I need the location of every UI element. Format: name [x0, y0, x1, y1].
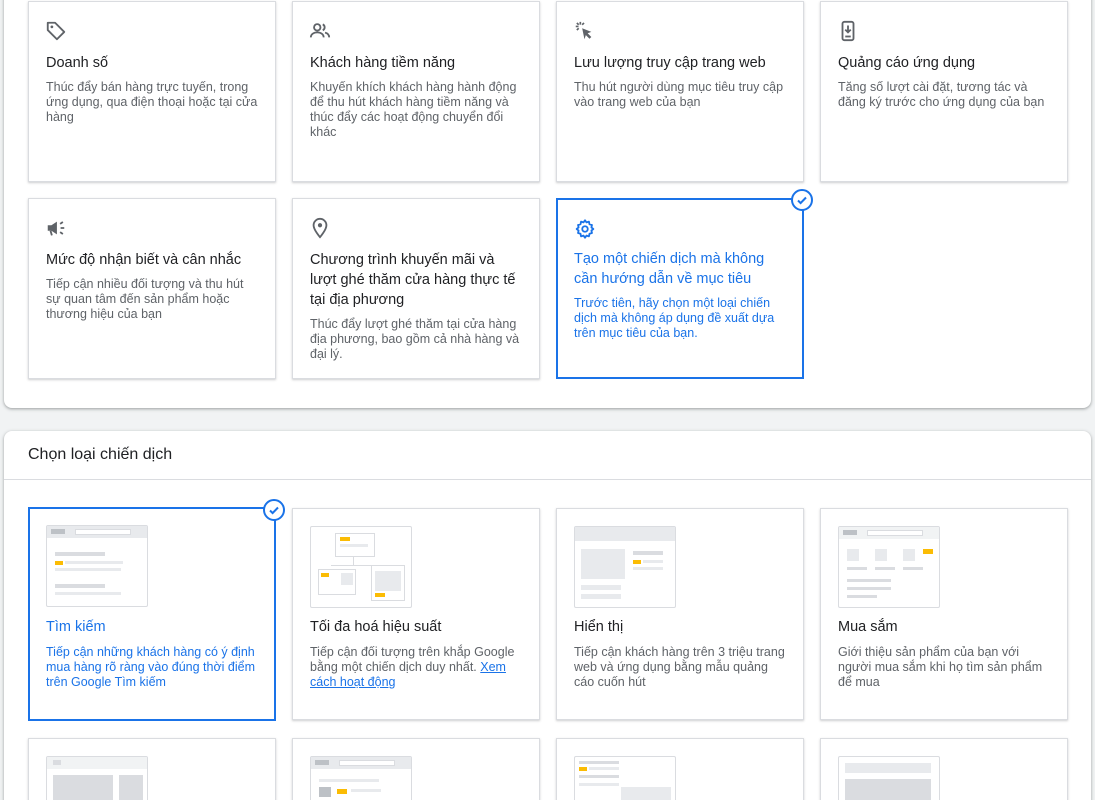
- goal-card-no-goal[interactable]: Tạo một chiến dịch mà không cần hướng dẫ…: [556, 198, 804, 379]
- gear-icon: [574, 218, 596, 240]
- people-icon: [309, 20, 331, 42]
- goal-card-title: Tạo một chiến dịch mà không cần hướng dẫ…: [574, 251, 765, 287]
- campaign-card-discovery[interactable]: [820, 738, 1068, 800]
- goal-card-desc: Trước tiên, hãy chọn một loại chiến dịch…: [574, 296, 775, 340]
- phone-download-icon: [837, 20, 859, 42]
- campaign-card-desc: Tiếp cận đối tượng trên khắp Google bằng…: [310, 645, 523, 690]
- panel-header: Chọn loại chiến dịch: [4, 431, 1091, 480]
- campaign-card-display[interactable]: Hiển thị Tiếp cận khách hàng trên 3 triệ…: [556, 508, 804, 720]
- goal-card-desc: Tiếp cận nhiều đối tượng và thu hút sự q…: [46, 277, 244, 321]
- goal-card-title: Lưu lượng truy cập trang web: [574, 55, 766, 71]
- campaign-card-video[interactable]: [28, 738, 276, 800]
- selected-check-icon: [263, 499, 285, 521]
- selected-check-icon: [791, 189, 813, 211]
- campaign-card-title: Tối đa hoá hiệu suất: [310, 619, 442, 635]
- campaign-card-desc: Giới thiệu sản phẩm của bạn với người mu…: [838, 645, 1043, 689]
- campaign-card-desc: Tiếp cận những khách hàng có ý định mua …: [46, 645, 256, 689]
- panel-title: Chọn loại chiến dịch: [28, 446, 173, 463]
- goal-card-title: Khách hàng tiềm năng: [310, 55, 456, 71]
- goal-card-leads[interactable]: Khách hàng tiềm năng Khuyến khích khách …: [292, 1, 540, 182]
- megaphone-icon: [45, 217, 67, 239]
- goal-card-awareness[interactable]: Mức độ nhận biết và cân nhắc Tiếp cận nh…: [28, 198, 276, 379]
- goal-card-desc: Tăng số lượt cài đặt, tương tác và đăng …: [838, 80, 1045, 109]
- pmax-thumbnail: [310, 526, 412, 608]
- campaign-card-search[interactable]: Tìm kiếm Tiếp cận những khách hàng có ý …: [28, 507, 276, 721]
- campaign-card-app[interactable]: [292, 738, 540, 800]
- display-thumbnail: [574, 526, 676, 608]
- campaign-card-smart[interactable]: [556, 738, 804, 800]
- app-thumbnail: [310, 756, 412, 800]
- goal-card-desc: Thúc đẩy bán hàng trực tuyến, trong ứng …: [46, 80, 258, 124]
- tag-icon: [45, 20, 67, 42]
- goal-card-desc: Khuyến khích khách hàng hành động để thu…: [310, 80, 517, 139]
- search-thumbnail: [46, 525, 148, 607]
- goal-card-sales[interactable]: Doanh số Thúc đẩy bán hàng trực tuyến, t…: [28, 1, 276, 182]
- video-thumbnail: [46, 756, 148, 800]
- goal-card-title: Doanh số: [46, 55, 109, 71]
- goal-card-website-traffic[interactable]: Lưu lượng truy cập trang web Thu hút ngư…: [556, 1, 804, 182]
- campaign-card-shopping[interactable]: Mua sắm Giới thiệu sản phẩm của bạn với …: [820, 508, 1068, 720]
- goal-card-title: Mức độ nhận biết và cân nhắc: [46, 252, 242, 268]
- smart-thumbnail: [574, 756, 676, 800]
- discovery-thumbnail: [838, 756, 940, 800]
- campaign-card-title: Tìm kiếm: [46, 619, 106, 635]
- campaign-card-desc: Tiếp cận khách hàng trên 3 triệu trang w…: [574, 645, 785, 689]
- goal-card-local-store-visits[interactable]: Chương trình khuyến mãi và lượt ghé thăm…: [292, 198, 540, 379]
- shopping-thumbnail: [838, 526, 940, 608]
- location-pin-icon: [309, 217, 331, 239]
- goal-card-desc: Thu hút người dùng mục tiêu truy cập vào…: [574, 80, 784, 109]
- goal-card-title: Quảng cáo ứng dụng: [838, 55, 976, 71]
- goal-card-app-promotion[interactable]: Quảng cáo ứng dụng Tăng số lượt cài đặt,…: [820, 1, 1068, 182]
- campaign-card-title: Hiển thị: [574, 619, 624, 635]
- goal-card-desc: Thúc đẩy lượt ghé thăm tại cửa hàng địa …: [310, 317, 520, 361]
- goal-card-title: Chương trình khuyến mãi và lượt ghé thăm…: [310, 252, 516, 308]
- cursor-click-icon: [573, 20, 595, 42]
- campaign-card-performance-max[interactable]: Tối đa hoá hiệu suất Tiếp cận đối tượng …: [292, 508, 540, 720]
- campaign-card-title: Mua sắm: [838, 619, 898, 635]
